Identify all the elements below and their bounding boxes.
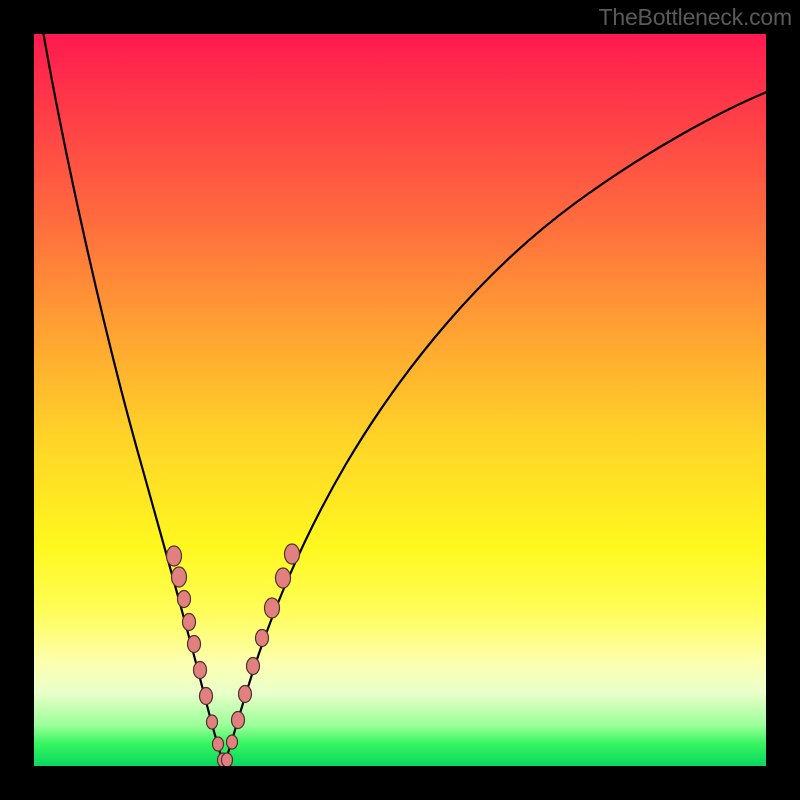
bottleneck-curve [40, 34, 766, 765]
highlight-points-left [167, 546, 229, 766]
outer-frame: TheBottleneck.com [0, 0, 800, 800]
chart-svg [34, 34, 766, 766]
plot-area [34, 34, 766, 766]
watermark-text: TheBottleneck.com [599, 4, 792, 31]
